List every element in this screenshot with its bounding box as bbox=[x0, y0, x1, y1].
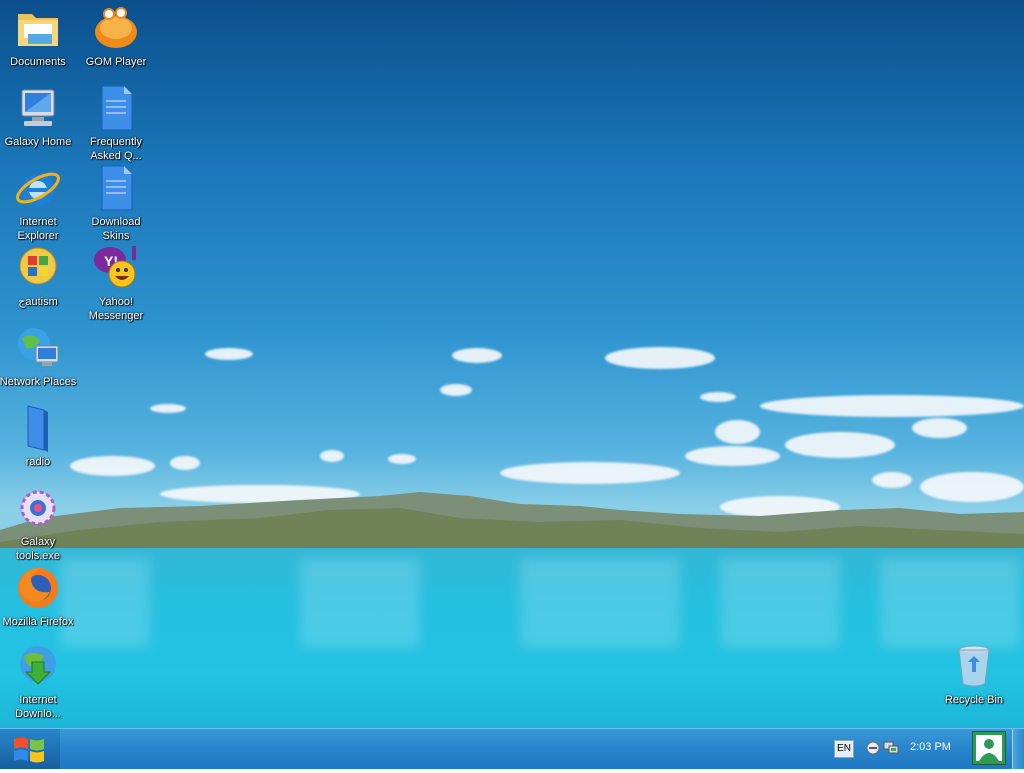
desktop-icon-documents[interactable]: Documents bbox=[0, 4, 77, 69]
desktop-icon-label: Recycle Bin bbox=[944, 694, 1004, 706]
desktop-icon-label: Mozilla Firefox bbox=[2, 616, 74, 628]
start-button[interactable] bbox=[0, 729, 60, 769]
user-icon bbox=[973, 732, 1005, 764]
desktop-icon-label: Frequently Asked Q... bbox=[90, 136, 142, 162]
language-indicator[interactable]: EN bbox=[834, 740, 854, 758]
desktop-icon-label: Documents bbox=[10, 56, 66, 68]
desktop-icon-label: Network Places bbox=[0, 376, 77, 388]
desktop-background: Documents GOM Player Galaxy Home Frequen… bbox=[0, 0, 1024, 728]
desktop-icon-galaxy-home[interactable]: Galaxy Home bbox=[0, 84, 77, 149]
cloud bbox=[912, 418, 967, 438]
galaxy-tools-icon bbox=[20, 490, 56, 526]
recycle-bin-icon bbox=[958, 645, 990, 687]
desktop-icon-network-places[interactable]: Network Places bbox=[0, 324, 77, 389]
cloud bbox=[205, 348, 253, 360]
desktop-icon-download-skins[interactable]: Download Skins bbox=[77, 164, 155, 243]
cloud bbox=[150, 404, 186, 413]
network-places-icon bbox=[18, 328, 59, 366]
lake bbox=[0, 548, 1024, 728]
cloud bbox=[320, 450, 344, 462]
desktop-icon-mozilla-firefox[interactable]: Mozilla Firefox bbox=[0, 564, 77, 629]
folder-icon bbox=[27, 405, 48, 452]
internet-explorer-icon bbox=[16, 172, 60, 206]
document-icon bbox=[101, 165, 133, 211]
desktop-icon-radio[interactable]: radio bbox=[0, 404, 77, 469]
firefox-icon bbox=[18, 568, 58, 608]
volume-icon[interactable] bbox=[866, 741, 880, 755]
mountains bbox=[0, 492, 1024, 560]
user-button[interactable] bbox=[972, 731, 1006, 765]
folder-icon bbox=[18, 14, 58, 46]
desktop-icon-yahoo-messenger[interactable]: Y! Yahoo! Messenger bbox=[77, 244, 155, 323]
desktop-icon-recycle-bin[interactable]: Recycle Bin bbox=[935, 642, 1013, 707]
desktop-icon-frequently-asked[interactable]: Frequently Asked Q... bbox=[77, 84, 155, 163]
cloud bbox=[170, 456, 200, 470]
desktop-icon-label: radio bbox=[25, 456, 51, 468]
cloud bbox=[715, 420, 760, 444]
clock[interactable]: 2:03 PM bbox=[910, 741, 951, 753]
desktop-icon-label: Internet Explorer bbox=[17, 216, 59, 242]
desktop-icon-label: Internet Downlo... bbox=[15, 694, 61, 720]
desktop-icon-label: Galaxy Home bbox=[4, 136, 72, 148]
cloud bbox=[605, 347, 715, 369]
desktop-icon-label: Yahoo! Messenger bbox=[88, 296, 144, 322]
computer-icon bbox=[21, 89, 55, 126]
desktop-icon-label: Galaxy tools.exe bbox=[15, 536, 61, 562]
desktop-icon-internet-download-manager[interactable]: Internet Downlo... bbox=[0, 642, 77, 721]
cloud bbox=[452, 348, 502, 363]
cloud bbox=[760, 395, 1024, 417]
cloud bbox=[700, 392, 736, 402]
gom-player-icon bbox=[95, 7, 137, 48]
desktop-icon-internet-explorer[interactable]: Internet Explorer bbox=[0, 164, 77, 243]
cloud bbox=[785, 432, 895, 458]
control-panel-icon bbox=[19, 247, 57, 285]
desktop-icon-gom-player[interactable]: GOM Player bbox=[77, 4, 155, 69]
show-desktop-button[interactable] bbox=[1012, 729, 1024, 769]
internet-download-manager-icon bbox=[20, 646, 56, 685]
yahoo-messenger-icon: Y! bbox=[94, 246, 136, 288]
desktop-icon-label: GOM Player bbox=[85, 56, 147, 68]
desktop-icon-galaxy-tools[interactable]: Galaxy tools.exe bbox=[0, 484, 77, 563]
document-icon bbox=[101, 85, 133, 131]
cloud bbox=[388, 454, 416, 464]
desktop-icon-label: جautism bbox=[18, 296, 58, 308]
cloud bbox=[440, 384, 472, 396]
windows-logo-icon bbox=[14, 737, 44, 763]
taskbar: EN 2:03 PM bbox=[0, 728, 1024, 769]
desktop-icon-autism[interactable]: جautism bbox=[0, 244, 77, 309]
desktop-icon-label: Download Skins bbox=[91, 216, 141, 242]
network-tray-icon[interactable] bbox=[883, 739, 899, 755]
cloud bbox=[685, 446, 780, 466]
